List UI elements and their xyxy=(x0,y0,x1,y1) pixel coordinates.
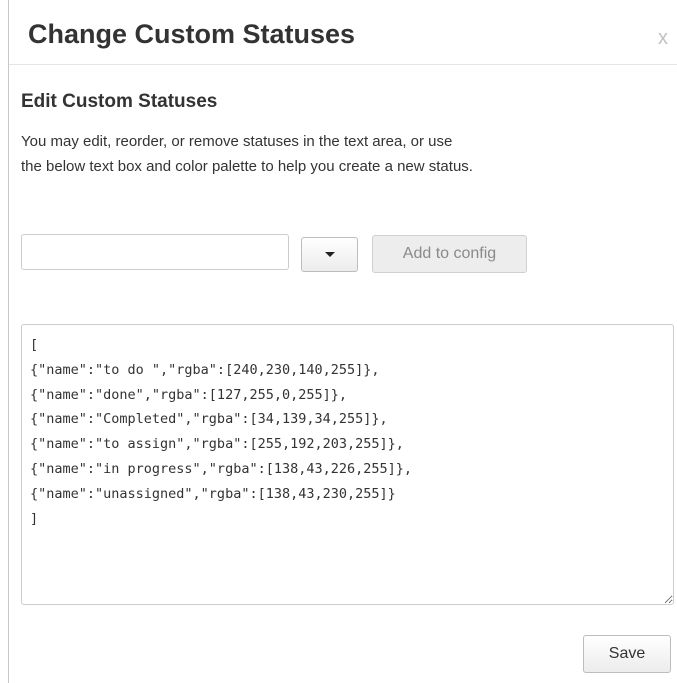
section-title: Edit Custom Statuses xyxy=(21,91,218,112)
description-line-1: You may edit, reorder, or remove statuse… xyxy=(21,133,453,150)
dialog-title: Change Custom Statuses xyxy=(28,19,356,49)
status-name-input[interactable] xyxy=(21,234,289,270)
save-button[interactable]: Save xyxy=(583,635,671,673)
add-to-config-button[interactable]: Add to config xyxy=(372,235,527,273)
config-textarea[interactable]: [ {"name":"to do ","rgba":[240,230,140,2… xyxy=(21,324,674,605)
description-line-2: the below text box and color palette to … xyxy=(21,158,473,175)
custom-statuses-dialog: Change Custom Statuses x Edit Custom Sta… xyxy=(8,0,677,683)
section-description: You may edit, reorder, or remove statuse… xyxy=(21,129,621,179)
dialog-header: Change Custom Statuses x xyxy=(9,0,677,65)
color-palette-dropdown-button[interactable] xyxy=(301,237,358,272)
caret-down-icon xyxy=(324,252,335,257)
close-button[interactable]: x xyxy=(658,26,668,50)
